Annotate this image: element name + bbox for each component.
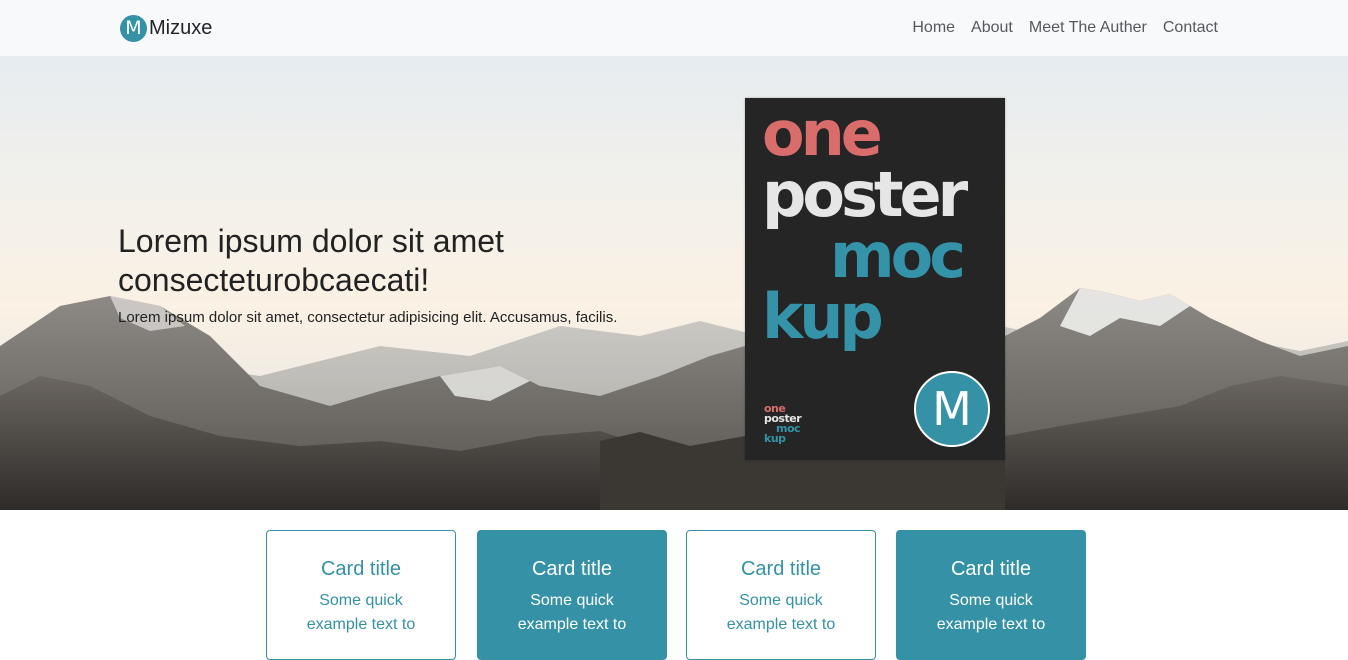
card-text: Some quick example text to xyxy=(726,592,836,633)
hero-subtitle: Lorem ipsum dolor sit amet, consectetur … xyxy=(118,309,618,326)
poster-mockup-image: one poster moc kup one poster moc kup M xyxy=(745,98,1005,460)
card-text: Some quick example text to xyxy=(936,592,1046,633)
poster-small-logo: one poster moc kup xyxy=(764,403,802,445)
card-1: Card title Some quick example text to xyxy=(266,530,456,660)
nav-link-contact[interactable]: Contact xyxy=(1155,17,1226,39)
poster-word-one: one xyxy=(762,97,883,170)
brand-link[interactable]: M Mizuxe xyxy=(120,14,212,42)
card-title: Card title xyxy=(320,558,402,580)
nav-link-home[interactable]: Home xyxy=(904,17,963,39)
card-title: Card title xyxy=(950,558,1032,580)
hero-title: Lorem ipsum dolor sit amet consecteturob… xyxy=(118,223,504,298)
brand-name: Mizuxe xyxy=(149,16,213,39)
card-title: Card title xyxy=(740,558,822,580)
card-3: Card title Some quick example text to xyxy=(686,530,876,660)
navbar: M Mizuxe Home About Meet The Auther Cont… xyxy=(0,0,1348,56)
poster-word-poster: poster xyxy=(762,158,968,231)
poster-small-kup: kup xyxy=(764,432,786,445)
card-title: Card title xyxy=(531,558,613,580)
nav-links: Home About Meet The Auther Contact xyxy=(904,17,1226,39)
card-2: Card title Some quick example text to xyxy=(477,530,667,660)
poster-word-moc: moc xyxy=(830,219,966,292)
card-text: Some quick example text to xyxy=(517,592,627,633)
nav-link-meet-the-author[interactable]: Meet The Auther xyxy=(1021,17,1155,39)
hero-section: Lorem ipsum dolor sit amet consecteturob… xyxy=(0,56,1348,510)
nav-link-about[interactable]: About xyxy=(963,17,1021,39)
card-text: Some quick example text to xyxy=(306,592,416,633)
poster-headline: one poster moc kup xyxy=(762,97,968,353)
card-4: Card title Some quick example text to xyxy=(896,530,1086,660)
brand-logo-icon: M xyxy=(120,14,147,42)
poster-badge-icon: M xyxy=(914,371,990,447)
poster-word-kup: kup xyxy=(762,280,884,353)
